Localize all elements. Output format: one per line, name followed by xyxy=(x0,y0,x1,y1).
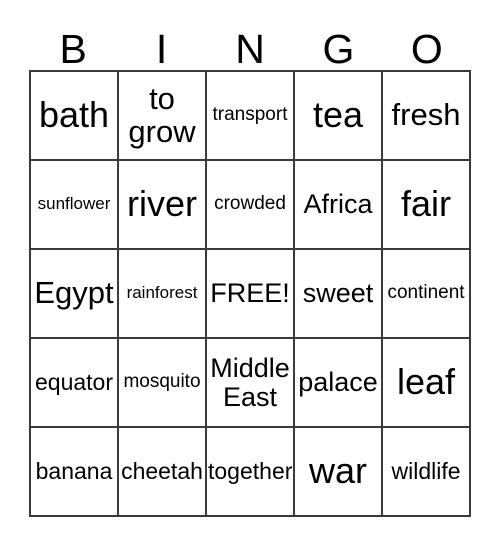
bingo-header-letter-n: N xyxy=(235,26,265,72)
bingo-cell[interactable]: Middle East xyxy=(207,339,295,428)
bingo-cell[interactable]: cheetah xyxy=(119,428,207,517)
bingo-cell-label: river xyxy=(127,183,197,225)
bingo-cell-label: continent xyxy=(387,282,465,304)
bingo-cell[interactable]: tea xyxy=(295,72,383,161)
bingo-cell[interactable]: leaf xyxy=(383,339,471,428)
bingo-cell[interactable]: palace xyxy=(295,339,383,428)
bingo-cell[interactable]: to grow xyxy=(119,72,207,161)
bingo-cell-label: Middle East xyxy=(210,352,290,412)
bingo-free-space-cell[interactable]: FREE! xyxy=(207,250,295,339)
bingo-cell[interactable]: continent xyxy=(383,250,471,339)
bingo-row: equator mosquito Middle East palace leaf xyxy=(31,339,471,428)
bingo-cell[interactable]: Egypt xyxy=(31,250,119,339)
bingo-row: bath to grow transport tea fresh xyxy=(31,72,471,161)
bingo-cell-label: transport xyxy=(212,104,288,126)
bingo-cell[interactable]: rainforest xyxy=(119,250,207,339)
bingo-header-letter-o: O xyxy=(410,26,443,72)
bingo-cell-label: tea xyxy=(312,94,364,136)
bingo-row: sunflower river crowded Africa fair xyxy=(31,161,471,250)
bingo-cell[interactable]: banana xyxy=(31,428,119,517)
bingo-cell-label: leaf xyxy=(396,361,456,403)
bingo-cell-label: sweet xyxy=(302,278,374,309)
bingo-cell-label: banana xyxy=(35,458,113,485)
bingo-header-letter-g: G xyxy=(322,26,355,72)
bingo-card: B I N G O bath to grow transport tea fre… xyxy=(29,18,471,517)
bingo-cell-label: fair xyxy=(400,183,451,225)
bingo-cell[interactable]: Africa xyxy=(295,161,383,250)
bingo-free-space-label: FREE! xyxy=(210,278,290,309)
bingo-header-row: B I N G O xyxy=(29,18,471,70)
bingo-cell-label: Africa xyxy=(303,189,373,220)
bingo-cell[interactable]: sunflower xyxy=(31,161,119,250)
bingo-cell-label: bath xyxy=(38,94,110,136)
bingo-cell-label: to grow xyxy=(128,80,196,149)
bingo-row: banana cheetah together war wildlife xyxy=(31,428,471,517)
bingo-cell[interactable]: war xyxy=(295,428,383,517)
bingo-cell[interactable]: equator xyxy=(31,339,119,428)
bingo-cell[interactable]: mosquito xyxy=(119,339,207,428)
bingo-cell[interactable]: wildlife xyxy=(383,428,471,517)
bingo-header-letter-i: I xyxy=(155,26,168,72)
bingo-cell-label: mosquito xyxy=(123,371,201,393)
bingo-grid: bath to grow transport tea fresh sunflow… xyxy=(29,70,471,517)
bingo-cell-label: palace xyxy=(298,367,378,398)
bingo-cell-label: wildlife xyxy=(391,458,461,485)
bingo-cell[interactable]: bath xyxy=(31,72,119,161)
bingo-cell-label: crowded xyxy=(214,193,286,215)
bingo-cell[interactable]: together xyxy=(207,428,295,517)
bingo-cell[interactable]: fresh xyxy=(383,72,471,161)
bingo-cell-label: together xyxy=(208,458,293,485)
bingo-cell[interactable]: sweet xyxy=(295,250,383,339)
bingo-header-letter-b: B xyxy=(59,26,87,72)
bingo-cell[interactable]: transport xyxy=(207,72,295,161)
bingo-cell[interactable]: crowded xyxy=(207,161,295,250)
bingo-cell-label: rainforest xyxy=(126,283,198,303)
bingo-cell-label: equator xyxy=(34,369,113,396)
bingo-cell[interactable]: river xyxy=(119,161,207,250)
bingo-row: Egypt rainforest FREE! sweet continent xyxy=(31,250,471,339)
bingo-cell-label: cheetah xyxy=(121,458,203,485)
bingo-cell-label: Egypt xyxy=(34,275,114,311)
bingo-cell[interactable]: fair xyxy=(383,161,471,250)
bingo-cell-label: fresh xyxy=(391,97,461,133)
bingo-cell-label: sunflower xyxy=(37,194,111,214)
bingo-cell-label: war xyxy=(308,450,367,492)
